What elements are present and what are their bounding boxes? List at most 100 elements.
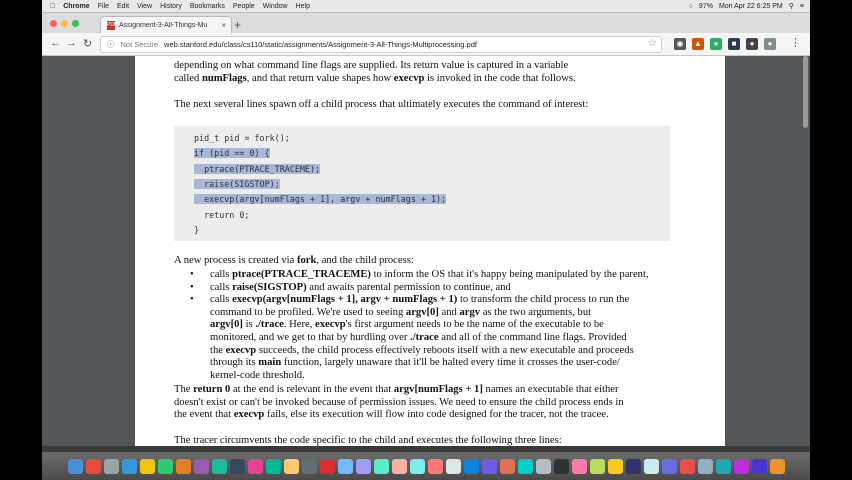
dock-app-icon[interactable] — [679, 458, 695, 474]
bullet-item: • calls execvp(argv[numFlags + 1], argv +… — [190, 294, 649, 382]
dock-app-icon[interactable] — [193, 458, 209, 474]
new-tab-button[interactable]: + — [234, 18, 241, 32]
dock-app-icon[interactable] — [445, 458, 461, 474]
dock-app-icon[interactable] — [373, 458, 389, 474]
dock-app-icon[interactable] — [427, 458, 443, 474]
bold-term: ptrace(PTRACE_TRACEME) — [232, 269, 371, 280]
dock-app-icon[interactable] — [535, 458, 551, 474]
bold-term: raise(SIGSTOP) — [232, 281, 307, 293]
menu-item[interactable]: Chrome — [63, 3, 89, 10]
dock-app-icon[interactable] — [733, 458, 749, 474]
address-bar[interactable]: ⓘ Not Secure web.stanford.edu/class/cs11… — [100, 36, 662, 53]
dock-app-icon[interactable] — [85, 458, 101, 474]
dock-app-icon[interactable] — [103, 458, 119, 474]
text-line: calls execvp(argv[numFlags + 1], argv + … — [210, 294, 649, 307]
dock-app-icon[interactable] — [751, 458, 767, 474]
screen:  ChromeFileEditViewHistoryBookmarksPeop… — [42, 0, 810, 480]
menu-item[interactable]: Bookmarks — [190, 3, 225, 10]
extension-icon[interactable]: ● — [764, 38, 776, 50]
menu-item[interactable]: Edit — [117, 3, 129, 10]
menu-item[interactable]: Window — [263, 3, 288, 10]
extension-icon[interactable]: ▲ — [692, 38, 704, 50]
dock-app-icon[interactable] — [571, 458, 587, 474]
pdf-viewer[interactable]: depending on what command line flags are… — [42, 56, 810, 446]
info-icon[interactable]: ⓘ — [107, 39, 115, 50]
dock-app-icon[interactable] — [319, 458, 335, 474]
text-run: fails, else its execution will flow into… — [264, 409, 609, 421]
code-line-row: raise(SIGSTOP); — [194, 178, 280, 191]
menu-item[interactable]: File — [98, 3, 109, 10]
dock-app-icon[interactable] — [625, 458, 641, 474]
dock-app-icon[interactable] — [211, 458, 227, 474]
text-run: depending on what command line flags are… — [174, 60, 569, 71]
extension-icon[interactable]: ● — [710, 38, 722, 50]
dock-app-icon[interactable] — [643, 458, 659, 474]
minimize-window-button[interactable] — [61, 20, 68, 27]
dock-app-icon[interactable] — [409, 458, 425, 474]
menu-item[interactable]: People — [233, 3, 255, 10]
text-run: and — [438, 306, 460, 318]
tab-pdf[interactable]: PDF Assignment-3-All-Things-Mu × — [100, 16, 232, 34]
text-line: kernel-code threshold. — [210, 370, 649, 383]
code-line: execvp(argv[numFlags + 1], argv + numFla… — [194, 194, 447, 205]
dock-app-icon[interactable] — [769, 458, 785, 474]
extension-icon[interactable]: ◉ — [674, 38, 686, 50]
dock-app-icon[interactable] — [517, 458, 533, 474]
extension-icon[interactable]: ● — [746, 38, 758, 50]
text-run: monitored, and we get to that by hurdlin… — [210, 331, 411, 343]
dock-app-icon[interactable] — [265, 458, 281, 474]
dock-app-icon[interactable] — [337, 458, 353, 474]
text-run: and all of the command line flags. Provi… — [438, 331, 627, 343]
text-run: , and that return value shapes how — [246, 72, 394, 84]
dock-app-icon[interactable] — [175, 458, 191, 474]
dock-app-icon[interactable] — [607, 458, 623, 474]
spotlight-icon[interactable]: ⚲ — [789, 2, 794, 10]
scrollbar[interactable] — [803, 56, 808, 128]
bold-term: execvp — [315, 319, 346, 331]
wifi-icon[interactable]: ○ — [689, 3, 693, 10]
close-tab-icon[interactable]: × — [221, 21, 226, 30]
zoom-window-button[interactable] — [72, 20, 79, 27]
extension-icon[interactable]: ■ — [728, 38, 740, 50]
bullet-list: • calls ptrace(PTRACE_TRACEME) to inform … — [190, 269, 649, 382]
code-line-row: execvp(argv[numFlags + 1], argv + numFla… — [194, 193, 447, 206]
bold-term: argv — [459, 306, 481, 318]
text-line: depending on what command line flags are… — [174, 60, 576, 73]
dock-app-icon[interactable] — [661, 458, 677, 474]
close-window-button[interactable] — [50, 20, 57, 27]
dock-app-icon[interactable] — [553, 458, 569, 474]
dock-app-icon[interactable] — [463, 458, 479, 474]
dock-app-icon[interactable] — [283, 458, 299, 474]
bookmark-star-icon[interactable]: ☆ — [648, 38, 657, 49]
dock-app-icon[interactable] — [121, 458, 137, 474]
battery-level[interactable]: 97% — [699, 3, 713, 10]
dock-app-icon[interactable] — [715, 458, 731, 474]
dock-app-icon[interactable] — [229, 458, 245, 474]
dock-app-icon[interactable] — [157, 458, 173, 474]
menu-list-icon[interactable]: ≡ — [800, 3, 804, 10]
dock-app-icon[interactable] — [67, 458, 83, 474]
back-icon[interactable]: ← — [50, 37, 61, 49]
browser-toolbar: ← → ↻ ⓘ Not Secure web.stanford.edu/clas… — [42, 33, 810, 56]
dock-app-icon[interactable] — [355, 458, 371, 474]
forward-icon[interactable]: → — [66, 37, 77, 49]
dock-app-icon[interactable] — [139, 458, 155, 474]
dock-app-icon[interactable] — [589, 458, 605, 474]
code-line: pid_t pid = fork(); — [194, 133, 290, 143]
dock-app-icon[interactable] — [499, 458, 515, 474]
menu-item[interactable]: Help — [296, 3, 310, 10]
menu-item[interactable]: View — [137, 3, 152, 10]
dock-app-icon[interactable] — [391, 458, 407, 474]
chrome-menu-icon[interactable]: ⋮ — [790, 36, 801, 49]
dock-app-icon[interactable] — [247, 458, 263, 474]
reload-icon[interactable]: ↻ — [83, 37, 92, 50]
clock[interactable]: Mon Apr 22 6:25 PM — [719, 3, 783, 10]
pdf-page: depending on what command line flags are… — [135, 56, 725, 446]
dock-app-icon[interactable] — [697, 458, 713, 474]
menu-item[interactable]: History — [160, 3, 182, 10]
text-run: 's first argument needs to be the name o… — [345, 319, 604, 331]
code-line-row: } — [194, 224, 199, 237]
text-run: kernel-code threshold. — [210, 369, 305, 381]
dock-app-icon[interactable] — [301, 458, 317, 474]
dock-app-icon[interactable] — [481, 458, 497, 474]
